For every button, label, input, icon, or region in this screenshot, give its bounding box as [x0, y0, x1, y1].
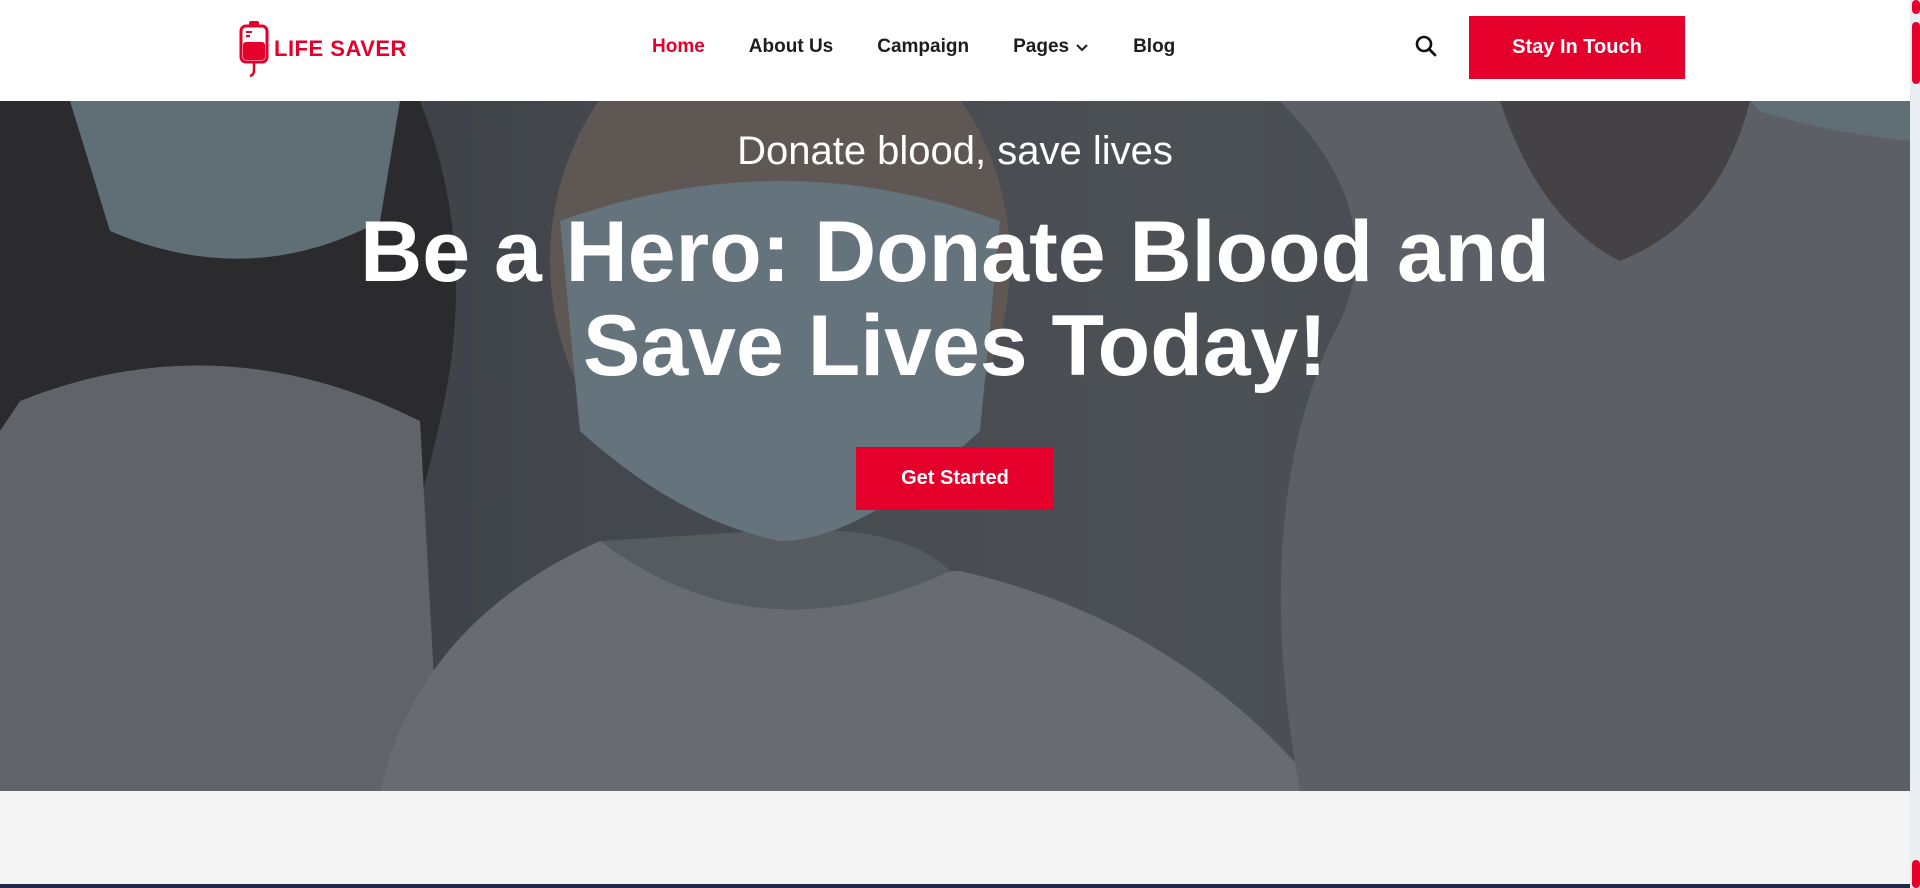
- nav-pages[interactable]: Pages: [1013, 36, 1089, 58]
- chevron-down-icon: [1075, 40, 1089, 54]
- nav-campaign[interactable]: Campaign: [877, 36, 969, 58]
- logo[interactable]: LIFE SAVER: [238, 20, 407, 78]
- site-header: LIFE SAVER Home About Us Campaign Pages …: [0, 0, 1910, 101]
- nav-about-us-label: About Us: [748, 35, 834, 57]
- nav-home[interactable]: Home: [652, 36, 705, 58]
- main-nav: Home About Us Campaign Pages Blog: [652, 0, 1219, 93]
- nav-blog-label: Blog: [1133, 35, 1176, 57]
- scrollbar-track[interactable]: [1910, 0, 1920, 888]
- nav-about-us[interactable]: About Us: [749, 36, 833, 58]
- stay-in-touch-button[interactable]: Stay In Touch: [1469, 16, 1685, 79]
- content-section: [0, 791, 1910, 885]
- nav-blog[interactable]: Blog: [1133, 36, 1175, 58]
- nav-pages-label: Pages: [1013, 35, 1070, 57]
- get-started-button[interactable]: Get Started: [856, 447, 1054, 510]
- section-divider: [0, 884, 1910, 888]
- hero-section: Donate blood, save lives Be a Hero: Dona…: [0, 101, 1910, 791]
- nav-home-label: Home: [652, 35, 705, 57]
- scrollbar-thumb[interactable]: [1912, 22, 1920, 84]
- scrollbar-bottom-indicator: [1912, 860, 1920, 888]
- logo-text: LIFE SAVER: [274, 36, 407, 61]
- blood-bag-icon: [239, 21, 269, 78]
- search-icon[interactable]: [1414, 34, 1438, 58]
- scrollbar-top-indicator: [1912, 0, 1920, 14]
- hero-subtitle: Donate blood, save lives: [737, 129, 1173, 173]
- hero-title: Be a Hero: Donate Blood and Save Lives T…: [360, 204, 1550, 394]
- nav-campaign-label: Campaign: [877, 35, 970, 57]
